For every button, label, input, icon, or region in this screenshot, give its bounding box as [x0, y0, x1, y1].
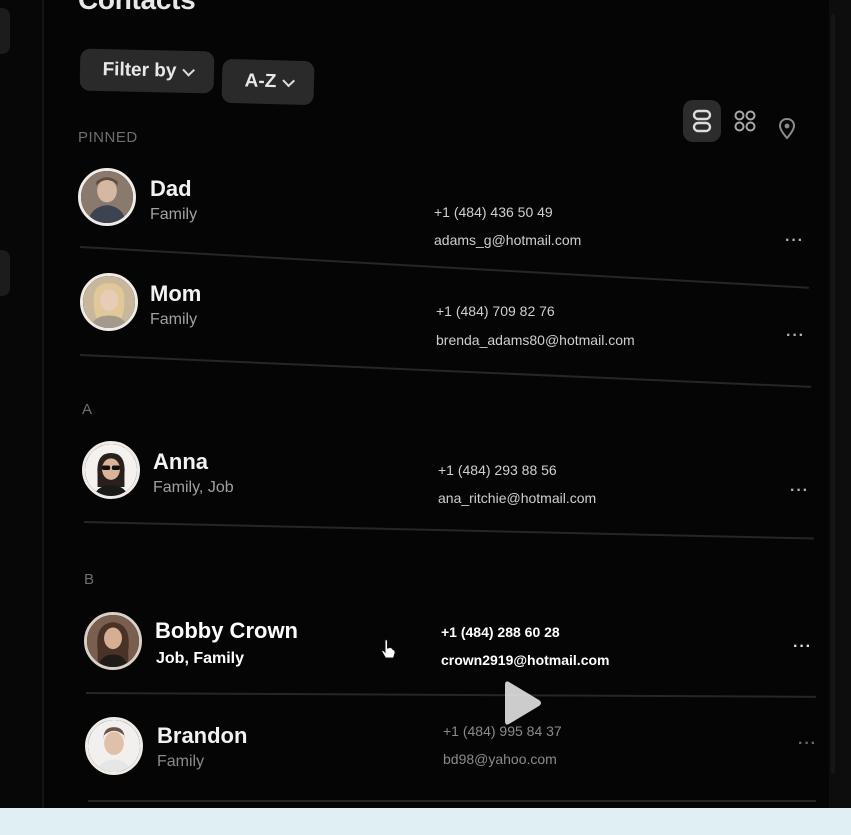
sort-label: A-Z: [244, 70, 277, 93]
avatar-photo: [81, 171, 133, 223]
map-view-button[interactable]: [770, 108, 804, 150]
sidebar-button[interactable]: [0, 250, 10, 296]
contact-tags: Family: [150, 206, 198, 223]
filter-by-button[interactable]: Filter by: [79, 48, 215, 94]
list-view-button[interactable]: [683, 100, 721, 142]
contact-email: adams_g@hotmail.com: [434, 232, 582, 248]
play-icon[interactable]: [503, 678, 543, 728]
contact-name: Mom: [150, 281, 202, 306]
page-title: Contacts: [78, 0, 196, 16]
more-options-button[interactable]: ···: [786, 327, 805, 345]
avatar-photo: [83, 276, 135, 328]
list-view-icon: [692, 109, 712, 133]
row-divider: [79, 354, 812, 388]
contact-tags: Family: [150, 311, 198, 328]
contact-row-mom[interactable]: Mom Family +1 (484) 709 82 76 brenda_ada…: [78, 273, 818, 353]
chevron-down-icon: [282, 74, 296, 87]
page-background: [0, 808, 851, 835]
contact-email: bd98@yahoo.com: [443, 751, 557, 767]
row-divider: [88, 800, 816, 802]
chevron-down-icon: [182, 63, 196, 77]
row-divider: [83, 521, 814, 540]
avatar-photo: [88, 720, 140, 772]
section-label-pinned: PINNED: [78, 129, 138, 146]
contact-phone: +1 (484) 709 82 76: [436, 303, 555, 319]
contact-name: Brandon: [157, 723, 248, 748]
contacts-screen: Contacts Filter by A-Z PINNED A B: [0, 0, 851, 808]
contact-tags: Family, Job: [153, 479, 234, 496]
more-options-button[interactable]: ···: [798, 735, 817, 753]
filter-by-label: Filter by: [102, 59, 177, 82]
left-sidebar: [0, 0, 44, 808]
contact-row-anna[interactable]: Anna Family, Job +1 (484) 293 88 56 ana_…: [78, 441, 818, 521]
contact-tags: Job, Family: [156, 650, 245, 667]
map-pin-icon: [778, 117, 796, 140]
avatar-photo: [87, 615, 139, 667]
more-options-button[interactable]: ···: [793, 638, 812, 656]
contact-phone: +1 (484) 436 50 49: [434, 204, 553, 220]
avatar-photo: [85, 444, 137, 496]
avatar: [80, 273, 138, 331]
contact-name: Dad: [150, 176, 192, 201]
avatar: [85, 717, 143, 775]
contact-row-brandon[interactable]: Brandon Family +1 (484) 995 84 37 bd98@y…: [78, 717, 818, 797]
section-label-b: B: [84, 571, 95, 588]
scrollbar[interactable]: [829, 0, 851, 808]
section-label-a: A: [82, 401, 93, 418]
avatar: [84, 612, 142, 670]
contact-email: brenda_adams80@hotmail.com: [436, 332, 635, 348]
contact-tags: Family: [157, 753, 205, 770]
grid-view-icon: [734, 110, 756, 132]
avatar: [78, 168, 136, 226]
contact-row-dad[interactable]: Dad Family +1 (484) 436 50 49 adams_g@ho…: [78, 168, 818, 250]
contact-name: Anna: [153, 449, 208, 474]
more-options-button[interactable]: ···: [790, 482, 809, 500]
more-options-button[interactable]: ···: [785, 232, 804, 250]
contact-phone: +1 (484) 288 60 28: [441, 624, 560, 640]
sort-button[interactable]: A-Z: [221, 58, 315, 106]
sidebar-button[interactable]: [0, 8, 10, 54]
contact-row-bobby-crown[interactable]: Bobby Crown Job, Family +1 (484) 288 60 …: [78, 612, 818, 692]
hand-cursor-icon: [381, 639, 396, 659]
grid-view-button[interactable]: [728, 100, 762, 142]
row-divider: [85, 692, 816, 698]
avatar: [82, 441, 140, 499]
contact-phone: +1 (484) 293 88 56: [438, 462, 557, 478]
contact-name: Bobby Crown: [155, 618, 298, 643]
contact-email: crown2919@hotmail.com: [441, 652, 610, 668]
contact-email: ana_ritchie@hotmail.com: [438, 490, 597, 506]
